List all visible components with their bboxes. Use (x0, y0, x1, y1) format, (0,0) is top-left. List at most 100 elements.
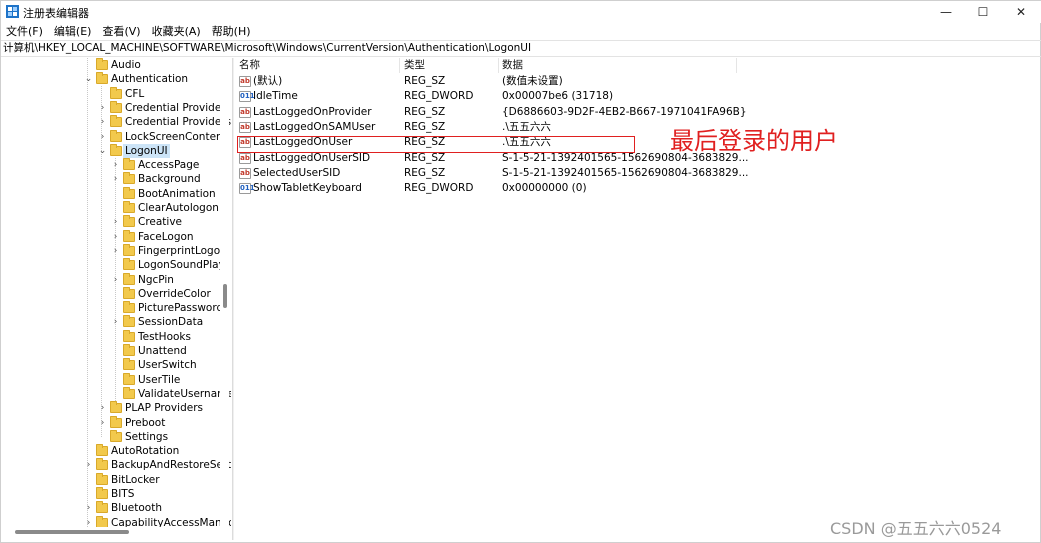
tree-item[interactable]: ValidateUsername (111, 386, 231, 401)
chevron-right-icon[interactable]: › (98, 101, 107, 115)
chevron-right-icon[interactable]: › (84, 516, 93, 527)
menu-bar: 文件(F) 编辑(E) 查看(V) 收藏夹(A) 帮助(H) (1, 23, 1041, 40)
menu-edit[interactable]: 编辑(E) (49, 23, 98, 40)
chevron-right-icon[interactable]: › (98, 401, 107, 415)
tree-horizontal-scroll-thumb[interactable] (15, 530, 129, 534)
tree-item[interactable]: Settings (98, 429, 220, 444)
registry-key-tree[interactable]: Audio ⌄ Authentication CFL › Credential Provi… (1, 58, 231, 527)
string-value-icon: ab (239, 152, 251, 164)
folder-icon (123, 172, 135, 185)
value-name: LastLoggedOnSAMUser (253, 120, 376, 133)
string-value-icon: ab (239, 76, 251, 87)
tree-item[interactable]: OverrideColor (111, 286, 220, 301)
tree-item[interactable]: TestHooks (111, 329, 220, 344)
tree-item[interactable]: CFL (98, 86, 220, 101)
tree-item[interactable]: BitLocker (84, 472, 220, 487)
tree-item[interactable]: › Credential Provider (98, 100, 226, 115)
menu-view[interactable]: 查看(V) (97, 23, 146, 40)
tree-item[interactable]: UserTile (111, 372, 220, 387)
tree-item[interactable]: Unattend (111, 344, 220, 358)
tree-item-label: BITS (111, 488, 135, 500)
menu-help[interactable]: 帮助(H) (207, 23, 257, 40)
address-bar[interactable]: 计算机\HKEY_LOCAL_MACHINE\SOFTWARE\Microsof… (1, 40, 1041, 57)
value-type: REG_SZ (404, 105, 446, 118)
tree-item[interactable]: › FaceLogon (111, 229, 220, 244)
chevron-right-icon[interactable]: › (84, 501, 93, 515)
chevron-right-icon[interactable]: › (111, 273, 120, 287)
tree-item[interactable]: PicturePassword (111, 301, 223, 315)
tree-item[interactable]: › PLAP Providers (98, 401, 220, 415)
minimize-button[interactable]: — (926, 1, 966, 23)
tree-item-label: LockScreenContent (125, 130, 227, 143)
no-expander (111, 201, 120, 215)
tree-item[interactable]: › LockScreenContent (98, 129, 227, 144)
value-data: .\五五六六 (502, 120, 551, 133)
tree-item[interactable]: › CapabilityAccessManager (84, 515, 231, 527)
value-row[interactable]: 011 IdleTime REG_DWORD 0x00007be6 (31718) (236, 89, 736, 104)
tree-item[interactable]: › SessionData (111, 315, 220, 329)
tree-item[interactable]: LogonSoundPlay (111, 258, 225, 272)
tree-item[interactable]: ClearAutologon (111, 201, 220, 215)
folder-icon (110, 86, 122, 99)
tree-item[interactable]: BootAnimation (111, 186, 220, 201)
column-separator[interactable] (498, 58, 499, 73)
folder-icon (96, 58, 108, 70)
folder-icon (110, 115, 122, 128)
tree-item[interactable]: › Preboot (98, 415, 220, 430)
value-row[interactable]: ab (默认) REG_SZ (数值未设置) (236, 74, 736, 89)
tree-item[interactable]: UserSwitch (111, 358, 220, 372)
value-row[interactable]: ab LastLoggedOnProvider REG_SZ {D6886603-9D… (236, 105, 747, 120)
tree-item[interactable]: › Creative (111, 215, 220, 229)
tree-item[interactable]: ⌄ Authentication (84, 72, 220, 86)
tree-item[interactable]: › FingerprintLogon (111, 243, 227, 258)
chevron-right-icon[interactable]: › (84, 458, 93, 472)
folder-icon (96, 72, 108, 85)
no-expander (111, 387, 120, 401)
regedit-app-icon (6, 5, 19, 18)
value-row[interactable]: 011 ShowTabletKeyboard REG_DWORD 0x00000000… (236, 181, 736, 196)
tree-item[interactable]: Audio (84, 58, 220, 72)
column-header-data[interactable]: 数据 (502, 58, 523, 73)
no-expander (98, 430, 107, 444)
chevron-right-icon[interactable]: › (111, 315, 120, 329)
column-header-type[interactable]: 类型 (404, 58, 425, 73)
tree-item-label: Bluetooth (111, 502, 162, 515)
close-button[interactable]: ✕ (1001, 1, 1041, 23)
column-header-name[interactable]: 名称 (239, 58, 260, 73)
chevron-right-icon[interactable]: › (111, 158, 120, 172)
no-expander (111, 330, 120, 344)
value-row[interactable]: ab LastLoggedOnSAMUser REG_SZ .\五五六六 (236, 120, 736, 135)
tree-item[interactable]: › Bluetooth (84, 501, 220, 515)
pane-splitter[interactable] (232, 58, 234, 540)
folder-icon (96, 515, 108, 527)
chevron-right-icon[interactable]: › (111, 172, 120, 186)
menu-favorites[interactable]: 收藏夹(A) (147, 23, 207, 40)
chevron-down-icon[interactable]: ⌄ (98, 144, 107, 158)
tree-item-label: Credential Provider (125, 101, 226, 114)
tree-item[interactable]: AutoRotation (84, 444, 220, 458)
tree-item[interactable]: › BackupAndRestoreSettings (84, 458, 231, 472)
tree-item-label: Unattend (138, 345, 187, 357)
tree-item[interactable]: › Background (111, 172, 220, 186)
chevron-right-icon[interactable]: › (111, 244, 120, 258)
tree-item[interactable]: ⌄ LogonUI (98, 143, 220, 158)
value-row[interactable]: ab SelectedUserSID REG_SZ S-1-5-21-13924015… (236, 166, 749, 181)
maximize-button[interactable]: ☐ (963, 1, 1003, 23)
tree-item[interactable]: › Credential Providers (98, 115, 231, 129)
chevron-right-icon[interactable]: › (111, 215, 120, 229)
chevron-right-icon[interactable]: › (98, 416, 107, 430)
column-separator[interactable] (399, 58, 400, 73)
tree-item[interactable]: › AccessPage (111, 158, 220, 172)
tree-item[interactable]: › NgcPin (111, 272, 220, 287)
tree-vertical-scroll-thumb[interactable] (223, 284, 227, 308)
chevron-right-icon[interactable]: › (98, 115, 107, 129)
no-expander (111, 301, 120, 315)
chevron-right-icon[interactable]: › (111, 230, 120, 244)
tree-item-label: CapabilityAccessManager (111, 516, 231, 527)
menu-file[interactable]: 文件(F) (1, 23, 49, 40)
chevron-right-icon[interactable]: › (98, 130, 107, 144)
value-data: {D6886603-9D2F-4EB2-B667-1971041FA96B} (502, 105, 747, 118)
tree-item[interactable]: BITS (84, 487, 220, 501)
chevron-down-icon[interactable]: ⌄ (84, 72, 93, 86)
column-separator[interactable] (736, 58, 737, 73)
